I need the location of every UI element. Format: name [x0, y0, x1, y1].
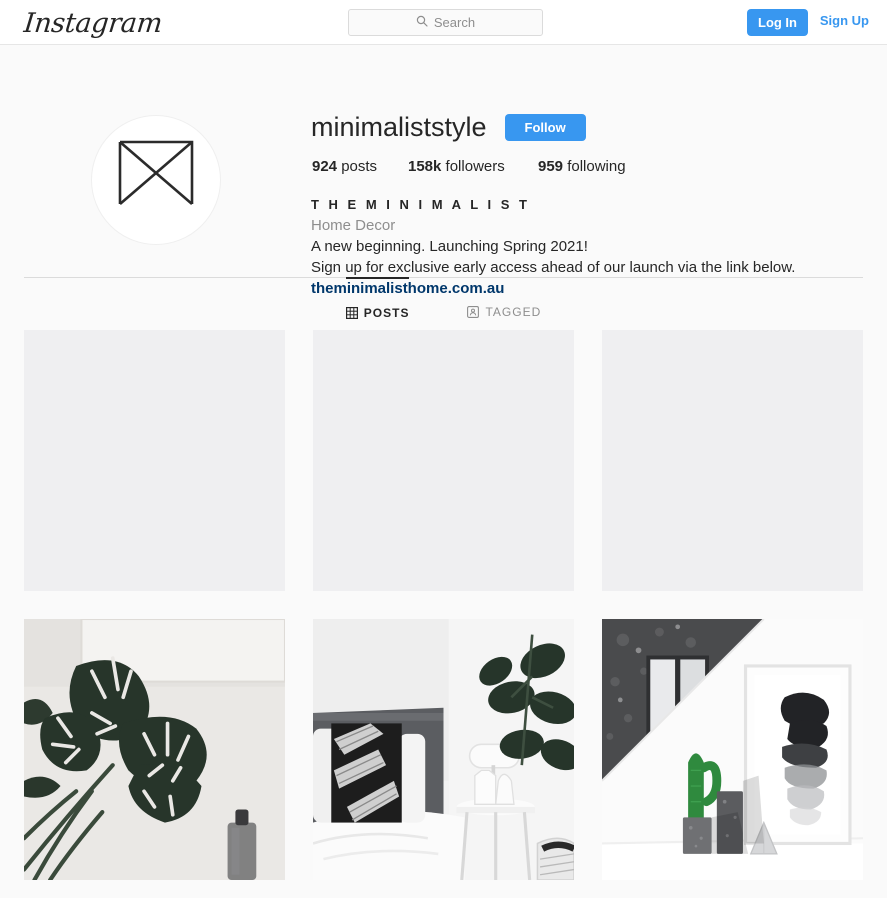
search-input[interactable]: Search: [348, 9, 543, 36]
grid-icon: [345, 307, 358, 319]
post-grid: [24, 330, 863, 880]
bio-category: Home Decor: [311, 217, 396, 234]
tab-posts-label: POSTS: [363, 306, 410, 320]
bio-line-2: Sign up for exclusive early access ahead…: [311, 259, 796, 276]
stat-following[interactable]: 959 following: [538, 158, 626, 175]
username-row: minimaliststyle Follow: [311, 111, 586, 143]
sign-up-button[interactable]: Sign Up: [820, 13, 869, 28]
avatar[interactable]: [91, 115, 221, 245]
instagram-wordmark-icon[interactable]: Instagram: [22, 8, 163, 39]
stat-following-label: following: [567, 158, 626, 175]
profile-stats: 924 posts 158k followers 959 following: [312, 158, 626, 175]
stat-posts[interactable]: 924 posts: [312, 158, 408, 175]
post-placeholder-2[interactable]: [313, 330, 574, 591]
square-with-x-logo-icon: [114, 136, 198, 225]
stat-posts-label: posts: [341, 158, 378, 175]
page-title: minimaliststyle: [311, 112, 487, 142]
post-placeholder-3[interactable]: [602, 330, 863, 591]
post-photo-bedroom[interactable]: [313, 619, 574, 880]
post-photo-monstera[interactable]: [24, 619, 285, 880]
post-placeholder-1[interactable]: [24, 330, 285, 591]
tab-tagged-label: TAGGED: [485, 305, 542, 319]
search-icon: [416, 14, 428, 32]
stat-following-count: 959: [538, 158, 564, 175]
stat-followers-label: followers: [445, 158, 505, 175]
bio-title: T H E M I N I M A L I S T: [311, 197, 530, 212]
search-placeholder-text: Search: [433, 15, 476, 30]
stat-followers[interactable]: 158k followers: [408, 158, 538, 175]
tab-tagged[interactable]: TAGGED: [467, 277, 541, 329]
profile-tab-bar: POSTS TAGGED: [24, 277, 863, 330]
stat-followers-count: 158k: [408, 158, 442, 175]
profile-header: minimaliststyle Follow 924 posts 158k fo…: [0, 45, 887, 297]
log-in-button[interactable]: Log In: [747, 9, 808, 36]
stat-posts-count: 924: [312, 158, 338, 175]
post-photo-cactus[interactable]: [602, 619, 863, 880]
bio-line-1: A new beginning. Launching Spring 2021!: [311, 238, 588, 255]
follow-button[interactable]: Follow: [504, 113, 586, 141]
tagged-person-icon: [467, 306, 480, 318]
tab-posts[interactable]: POSTS: [345, 277, 410, 329]
top-navigation-bar: Instagram Search Log In Sign Up: [0, 0, 887, 45]
